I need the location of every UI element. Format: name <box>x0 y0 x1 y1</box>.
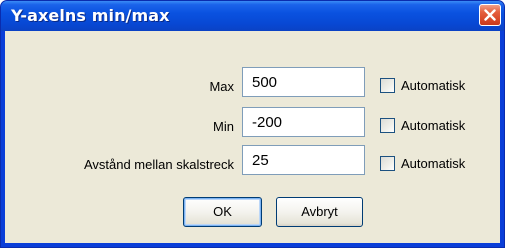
close-icon <box>484 9 496 21</box>
tick-interval-label: Avstånd mellan skalstreck <box>83 157 234 172</box>
max-automatic-label: Automatisk <box>401 78 466 93</box>
close-button[interactable] <box>479 4 501 26</box>
tick-interval-automatic-checkbox[interactable]: Automatisk <box>380 155 498 175</box>
max-automatic-checkbox-box[interactable] <box>380 78 395 93</box>
min-label: Min <box>213 119 234 134</box>
min-automatic-label: Automatisk <box>401 118 466 133</box>
max-input[interactable] <box>242 67 365 97</box>
dialog-body: Max Automatisk Min Automatisk Avstånd me… <box>5 31 500 243</box>
min-automatic-checkbox[interactable]: Automatisk <box>380 117 498 137</box>
max-label-container: Max <box>5 77 234 97</box>
tick-interval-automatic-checkbox-box[interactable] <box>380 156 395 171</box>
min-input[interactable] <box>242 107 365 137</box>
min-automatic-checkbox-box[interactable] <box>380 118 395 133</box>
max-automatic-checkbox[interactable]: Automatisk <box>380 77 498 97</box>
tick-interval-input[interactable] <box>242 145 365 175</box>
tick-interval-automatic-label: Automatisk <box>401 156 466 171</box>
dialog-title: Y-axelns min/max <box>11 6 170 25</box>
tick-interval-label-container: Avstånd mellan skalstreck <box>5 155 234 175</box>
title-bar[interactable]: Y-axelns min/max <box>1 1 504 31</box>
ok-button[interactable]: OK <box>183 197 262 227</box>
dialog-window: Y-axelns min/max Max Automatisk Min Auto… <box>0 0 505 248</box>
max-label: Max <box>209 79 234 94</box>
cancel-button[interactable]: Avbryt <box>276 197 363 227</box>
min-label-container: Min <box>5 117 234 137</box>
